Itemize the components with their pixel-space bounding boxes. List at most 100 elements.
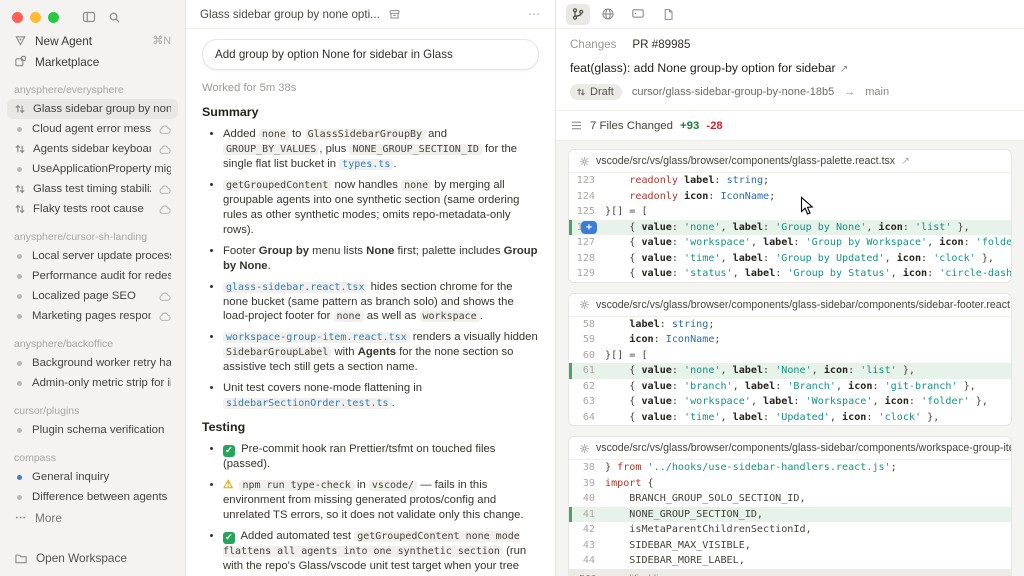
sidebar-item[interactable]: Agents sidebar keyboard expe... [7,139,178,159]
file-path: vscode/src/vs/glass/browser/components/g… [596,299,1011,311]
diff-line: 44 SIDEBAR_MORE_LABEL, [569,553,1011,569]
minimize-window-button[interactable] [30,12,41,23]
testing-bullet: ✓ Added automated test getGroupedContent… [223,529,539,576]
diff-line: 40 BRANCH_GROUP_SOLO_SECTION_ID, [569,491,1011,507]
diff-file-header[interactable]: vscode/src/vs/glass/browser/components/g… [569,150,1011,173]
sort-icon [14,183,26,195]
open-workspace-icon [14,552,28,565]
dot-icon [14,475,25,480]
tab-pr[interactable]: PR #89985 [632,38,690,51]
collapsed-lines-bar[interactable]: 560 unmodified lines [569,569,1011,576]
diff-file-header[interactable]: vscode/src/vs/glass/browser/components/g… [569,294,1011,317]
changes-view-button[interactable] [566,4,590,25]
marketplace-button[interactable]: Marketplace [0,51,185,72]
archive-icon[interactable] [388,8,401,21]
close-window-button[interactable] [12,12,23,23]
sidebar-item[interactable]: Flaky tests root cause [7,199,178,219]
sidebar-item[interactable]: Cloud agent error message re... [7,119,178,139]
terminal-view-button[interactable] [626,4,650,25]
dot-icon [14,381,25,386]
file-link[interactable]: types.ts [339,159,393,170]
check-icon: ✓ [223,445,235,457]
sidebar-toggle-icon[interactable] [82,10,96,24]
sidebar-item[interactable]: Admin-only metric strip for inco... [7,373,178,393]
file-link[interactable]: glass-sidebar.react.tsx [223,282,367,293]
new-agent-button[interactable]: New Agent ⌘N [0,30,185,51]
target-branch[interactable]: main [865,86,889,98]
deletions-count: -28 [706,120,722,132]
diff-line: 127 { value: 'workspace', label: 'Group … [569,235,1011,251]
code-text: { value: 'workspace', label: 'Workspace'… [605,394,988,410]
diff-line: 41 NONE_GROUP_SECTION_ID, [569,507,1011,523]
code-text: { value: 'time', label: 'Updated', icon:… [605,410,939,426]
line-number: 43 [572,538,605,554]
dot-icon [14,495,25,500]
diff-line: 61 { value: 'none', label: 'None', icon:… [569,363,1011,379]
gear-icon [579,443,590,454]
file-link[interactable]: sidebarSectionOrder.test.ts [223,398,392,409]
sidebar-item[interactable]: Glass sidebar group by none op... [7,99,178,119]
files-changed-row[interactable]: 7 Files Changed +93 -28 [556,111,1024,141]
diff-file-header[interactable]: vscode/src/vs/glass/browser/components/g… [569,437,1011,460]
tab-changes[interactable]: Changes [570,38,616,51]
diff-card: vscode/src/vs/glass/browser/components/g… [568,149,1012,283]
warning-icon: ⚠ [223,478,233,493]
inline-code: npm run type-check [239,480,353,491]
agent-menu-button[interactable]: ⋯ [528,7,541,21]
sidebar-item[interactable]: Marketing pages responsiven... [7,306,178,326]
line-number: 128 [572,251,605,267]
sidebar-item[interactable]: Difference between agents and ... [7,487,178,507]
code-text: { value: 'status', label: 'Group by Stat… [605,266,1011,282]
sidebar-item-label: Cloud agent error message re... [32,123,151,135]
dot-icon [14,361,25,366]
pr-meta: Changes PR #89985 feat(glass): add None … [556,29,1024,111]
line-number: 123 [572,173,605,189]
line-number: 59 [572,332,605,348]
inline-code: getGroupedContent [223,180,331,191]
agent-panel: Glass sidebar group by none opti... ⋯ Ad… [186,0,556,576]
sort-icon [14,103,26,115]
sidebar-section-label: anysphere/backoffice [0,326,185,353]
diff-line: 125}[] = [ [569,204,1011,220]
code-text: }[] = [ [605,348,648,364]
diff-line: 129 { value: 'status', label: 'Group by … [569,266,1011,282]
sidebar-item[interactable]: Glass test timing stabilization [7,179,178,199]
sidebar-item-label: Background worker retry handling [32,357,171,369]
file-link[interactable]: workspace-group-item.react.tsx [223,332,410,343]
summary-bullet: getGroupedContent now handles none by me… [223,178,539,238]
code-text: icon: IconName; [605,332,720,348]
file-view-button[interactable] [656,4,680,25]
cloud-icon [158,291,171,302]
sidebar-item[interactable]: UseApplicationProperty migrati... [7,159,178,179]
search-icon[interactable] [108,11,121,24]
browser-view-button[interactable] [596,4,620,25]
pr-title[interactable]: feat(glass): add None group-by option fo… [570,61,1010,75]
maximize-window-button[interactable] [48,12,59,23]
new-agent-label: New Agent [35,34,92,48]
code-text: } from '../hooks/use-sidebar-handlers.re… [605,460,897,476]
line-number: 41 [572,507,605,523]
sidebar-item[interactable]: General inquiry [7,467,178,487]
sidebar-section-label: cursor/plugins [0,393,185,420]
open-workspace-button[interactable]: Open Workspace [0,540,185,576]
gear-icon [579,299,590,310]
sidebar-item-label: UseApplicationProperty migrati... [32,163,171,175]
code-text: isMetaParentChildrenSectionId, [605,522,812,538]
marketplace-icon [14,55,27,68]
sidebar-item[interactable]: Background worker retry handling [7,353,178,373]
more-button[interactable]: More [0,507,185,528]
summary-bullet: Added none to GlassSidebarGroupBy and GR… [223,127,539,172]
sidebar-item[interactable]: Plugin schema verification [7,420,178,440]
diff-card: vscode/src/vs/glass/browser/components/g… [568,436,1012,576]
line-number: 64 [572,410,605,426]
sidebar-item[interactable]: Performance audit for redesigne... [7,266,178,286]
sidebar-item[interactable]: Localized page SEO [7,286,178,306]
agent-title: Glass sidebar group by none opti... [200,8,380,21]
gear-icon [579,156,590,167]
branch-name[interactable]: cursor/glass-sidebar-group-by-none-18b5 [632,86,834,98]
inline-code: GROUP_BY_VALUES [223,144,319,155]
add-comment-button[interactable]: + [581,221,597,234]
summary-bullet: Footer Group by menu lists None first; p… [223,244,539,274]
external-link-icon: ↗ [901,155,910,167]
sidebar-item[interactable]: Local server update process [7,246,178,266]
